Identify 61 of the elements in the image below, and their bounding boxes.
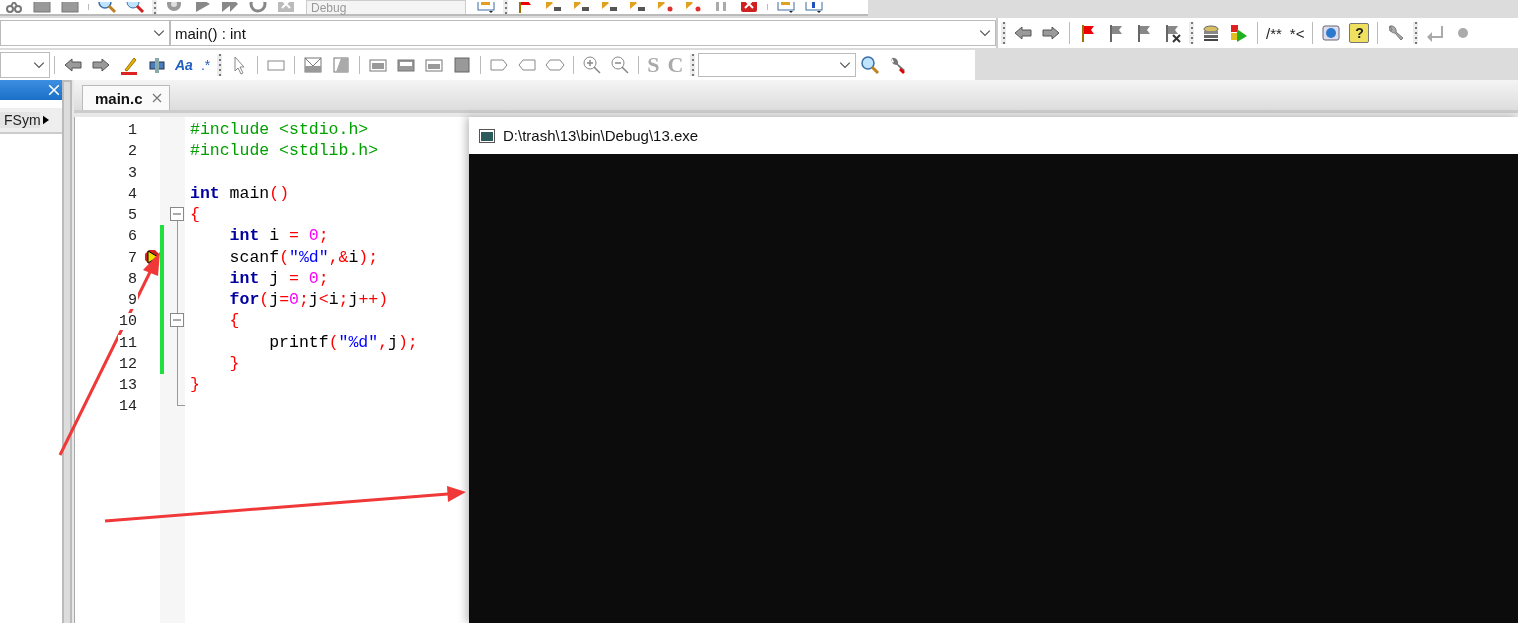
- doxygen-button[interactable]: *<: [1285, 24, 1309, 42]
- zoom-in-icon[interactable]: [582, 55, 603, 75]
- debug-step-icon[interactable]: [599, 2, 619, 14]
- code-line: #include <stdio.h>: [189, 120, 369, 140]
- tool-icon[interactable]: [147, 55, 167, 75]
- line-number: 10: [118, 313, 138, 331]
- doxygen-button[interactable]: /**: [1262, 24, 1286, 42]
- toolbar-grip[interactable]: [690, 54, 696, 76]
- code-line: }: [228, 353, 240, 373]
- toolbar-grip[interactable]: [217, 54, 223, 76]
- back-arrow-icon[interactable]: [63, 55, 83, 75]
- search-icon[interactable]: [125, 2, 145, 14]
- toolbar-grip[interactable]: [1413, 22, 1419, 44]
- half-filled-square-icon[interactable]: [331, 55, 352, 75]
- close-icon[interactable]: [739, 2, 759, 14]
- toolbar-grip[interactable]: [1189, 22, 1194, 44]
- code-line: scanf("%d",&i);: [228, 247, 379, 267]
- code-line: printf("%d",j);: [268, 332, 418, 352]
- return-arrow-icon[interactable]: [1425, 23, 1446, 43]
- stack-icon[interactable]: [1201, 23, 1221, 43]
- debug-step-icon[interactable]: [627, 2, 647, 14]
- code-line: int i = 0;: [228, 226, 329, 246]
- regex-button[interactable]: .*: [196, 57, 215, 73]
- forward-arrow-icon[interactable]: [91, 55, 111, 75]
- code-line: for(j=0;j<i;j++): [228, 290, 389, 310]
- code-line: int main(): [189, 183, 290, 203]
- debug-step-icon[interactable]: [571, 2, 591, 14]
- debug-step-icon[interactable]: [683, 2, 703, 14]
- zoom-out-icon[interactable]: [610, 55, 631, 75]
- toolbar-grip[interactable]: [1001, 22, 1006, 44]
- file-tab[interactable]: main.c: [82, 85, 170, 110]
- fold-toggle-icon[interactable]: [170, 313, 184, 328]
- close-icon[interactable]: [46, 82, 62, 98]
- code-line: {: [228, 311, 240, 331]
- circle-button-icon[interactable]: [1321, 23, 1342, 43]
- envelope-icon[interactable]: [303, 55, 324, 75]
- fold-toggle-icon[interactable]: [170, 207, 184, 221]
- match-case-button[interactable]: Aa: [171, 57, 197, 73]
- back-arrow-icon[interactable]: [1013, 23, 1033, 43]
- code-line: }: [189, 375, 200, 395]
- search-icon[interactable]: [860, 55, 881, 75]
- highlighter-icon[interactable]: [119, 55, 139, 75]
- code-line: int j = 0;: [228, 268, 329, 288]
- search-icon[interactable]: [97, 2, 117, 14]
- window-icon[interactable]: [476, 2, 496, 14]
- window-title: D:\trash\13\bin\Debug\13.exe: [503, 127, 699, 144]
- window-icon[interactable]: [776, 2, 796, 14]
- line-number: 9: [127, 292, 138, 310]
- code-line: {: [189, 205, 200, 225]
- code-line: #include <stdlib.h>: [189, 141, 379, 161]
- help-button[interactable]: ?: [1349, 23, 1370, 43]
- debug-step-icon[interactable]: [655, 2, 675, 14]
- run-icon[interactable]: [1229, 23, 1249, 43]
- forward-arrow-icon[interactable]: [1041, 23, 1061, 43]
- function-dropdown[interactable]: main() : int: [170, 20, 996, 46]
- console-app-icon: [479, 128, 495, 143]
- window-icon[interactable]: [804, 2, 824, 14]
- debug-step-icon[interactable]: [543, 2, 563, 14]
- filled-square-icon[interactable]: [452, 55, 473, 75]
- panel-tab[interactable]: FSym: [0, 112, 40, 128]
- step-icon[interactable]: [220, 2, 240, 14]
